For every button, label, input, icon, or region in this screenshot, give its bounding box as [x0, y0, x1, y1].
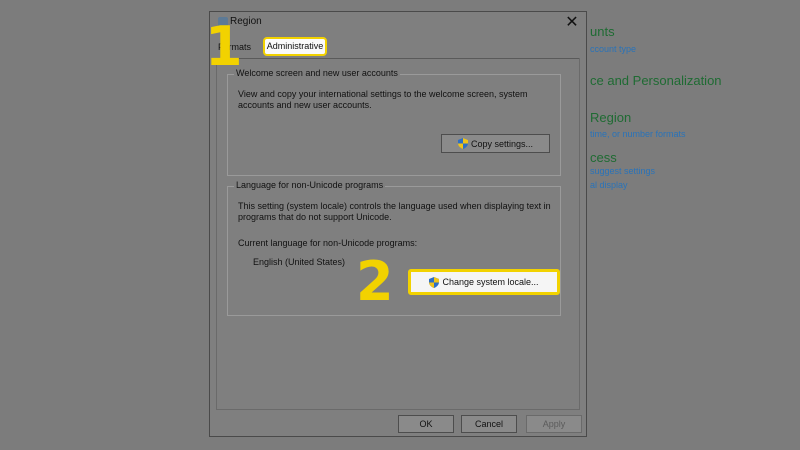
- apply-button[interactable]: Apply: [526, 415, 582, 433]
- administrative-tab-page: Welcome screen and new user accounts Vie…: [216, 58, 580, 410]
- current-language-value: English (United States): [253, 257, 346, 267]
- step-1-callout: 1: [205, 15, 243, 78]
- uac-shield-icon: [457, 138, 468, 149]
- welcome-screen-group: Welcome screen and new user accounts Vie…: [227, 68, 561, 176]
- bg-link-visual-display[interactable]: al display: [590, 180, 628, 190]
- close-icon[interactable]: ✕: [562, 13, 582, 33]
- welcome-group-title: Welcome screen and new user accounts: [234, 68, 400, 78]
- change-system-locale-button[interactable]: Change system locale...: [408, 269, 560, 295]
- tab-strip: Formats Administrative: [216, 37, 580, 59]
- cancel-label: Cancel: [474, 419, 503, 429]
- non-unicode-description: This setting (system locale) controls th…: [238, 201, 551, 222]
- non-unicode-group: Language for non-Unicode programs This s…: [227, 180, 561, 316]
- ok-label: OK: [419, 419, 433, 429]
- bg-link-suggest-settings[interactable]: suggest settings: [590, 166, 655, 176]
- copy-settings-button[interactable]: Copy settings...: [441, 134, 550, 153]
- apply-label: Apply: [542, 419, 566, 429]
- bg-heading-region[interactable]: Region: [590, 110, 631, 125]
- bg-heading-accounts[interactable]: unts: [590, 24, 615, 39]
- region-dialog: Region ✕ Formats Administrative Welcome …: [209, 11, 587, 437]
- bg-heading-personalization[interactable]: ce and Personalization: [590, 73, 722, 88]
- bg-heading-ease-of-access[interactable]: cess: [590, 150, 617, 165]
- current-language-label: Current language for non-Unicode program…: [238, 238, 418, 248]
- welcome-group-description: View and copy your international setting…: [238, 89, 528, 110]
- cancel-button[interactable]: Cancel: [461, 415, 517, 433]
- ok-button[interactable]: OK: [398, 415, 454, 433]
- bg-link-number-formats[interactable]: time, or number formats: [590, 129, 686, 139]
- uac-shield-icon: [429, 276, 440, 288]
- non-unicode-group-title: Language for non-Unicode programs: [234, 180, 386, 190]
- bg-link-account-type[interactable]: ccount type: [590, 44, 636, 54]
- tab-administrative[interactable]: Administrative: [263, 37, 327, 56]
- dialog-titlebar[interactable]: Region ✕: [210, 12, 586, 34]
- copy-settings-label: Copy settings...: [470, 138, 534, 149]
- change-system-locale-label: Change system locale...: [442, 277, 539, 287]
- step-2-callout: 2: [356, 250, 394, 313]
